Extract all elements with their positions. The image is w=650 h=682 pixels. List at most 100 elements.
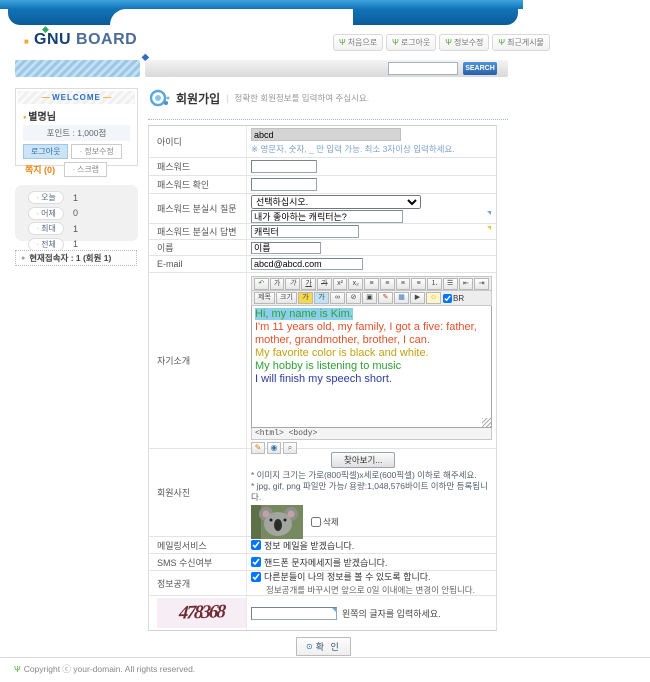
editor-line: Hi, my name is Kim. (255, 308, 488, 321)
pencil-icon[interactable]: ✎ (378, 292, 393, 304)
row-member-id: 아이디 ※ 영문자, 숫자, _ 만 입력 가능. 최소 3자이상 입력하세요. (149, 126, 496, 158)
indent-icon[interactable]: ⇥ (474, 278, 489, 290)
superscript-icon[interactable]: x² (333, 278, 348, 290)
table-icon[interactable]: ▦ (394, 292, 409, 304)
search-input[interactable] (388, 62, 458, 75)
bold-icon[interactable]: 가 (270, 278, 285, 290)
sprout-icon: Ψ (14, 665, 21, 674)
br-toggle: BR (443, 294, 464, 303)
password-field[interactable] (251, 160, 317, 173)
photo-note-2: * jpg, gif, png 파일만 가능/ 용량:1,048,576바이트 … (251, 481, 489, 503)
lost-question-select[interactable]: 선택하십시오. (251, 195, 421, 209)
lost-answer-label: 패스워드 분실시 답변 (149, 224, 247, 239)
open-info-note: 정보공개를 바꾸시면 앞으로 0일 이내에는 변경이 안됩니다. (266, 584, 492, 596)
password-confirm-field[interactable] (251, 178, 317, 191)
align-center-icon[interactable]: ≡ (380, 278, 395, 290)
browse-button[interactable]: 찾아보기... (331, 452, 395, 468)
editor-content[interactable]: Hi, my name is Kim.I'm 11 years old, my … (251, 306, 492, 428)
sprout-icon: Ψ (445, 39, 452, 47)
self-introduction-label: 자기소개 (149, 273, 247, 448)
password-confirm-label: 패스워드 확인 (149, 176, 247, 193)
font-color-icon[interactable]: 가 (298, 292, 313, 304)
member-id-label: 아이디 (149, 126, 247, 157)
mailing-checkbox[interactable] (251, 540, 261, 550)
italic-icon[interactable]: 가 (285, 278, 300, 290)
subscript-icon[interactable]: x₂ (348, 278, 363, 290)
photo-delete-checkbox[interactable] (311, 517, 321, 527)
copyright-text: Copyright ⓒ your-domain. All rights rese… (24, 663, 196, 675)
captcha-hint: 왼쪽의 글자를 입력하세요. (342, 607, 441, 620)
open-info-checkbox[interactable] (251, 572, 261, 582)
stat-value: 1 (73, 224, 78, 234)
captcha-code: 478368 (178, 601, 225, 625)
lost-question-custom-field[interactable] (251, 210, 403, 223)
mailing-option-label: 정보 메일을 받겠습니다. (264, 539, 354, 552)
gnuboard-logo[interactable]: ◆ ■ GNU BOARD ◆ (34, 31, 137, 55)
logo-diamond-green-icon: ◆ (42, 24, 49, 35)
corner-marker-icon (487, 211, 491, 215)
stat-row-max: 최대 1 (15, 221, 138, 237)
header-notch (110, 9, 353, 25)
sprout-icon: Ψ (498, 39, 505, 47)
emoticon-icon[interactable]: ☺ (426, 292, 441, 304)
undo-icon[interactable]: ↶ (254, 278, 269, 290)
image-icon[interactable]: ▣ (362, 292, 377, 304)
sprout-icon: Ψ (392, 39, 399, 47)
name-field[interactable] (251, 242, 321, 254)
br-label: BR (453, 294, 464, 303)
highlight-color-icon[interactable]: 가 (314, 292, 329, 304)
align-right-icon[interactable]: ≡ (396, 278, 411, 290)
menu-edit-info-label: 정보수정 (454, 37, 483, 48)
media-icon[interactable]: ▶ (410, 292, 425, 304)
link-icon[interactable]: ∞ (330, 292, 345, 304)
scrap-button[interactable]: 스크랩 (64, 162, 107, 177)
lost-answer-field[interactable] (251, 225, 359, 238)
current-visitors[interactable]: ● 현재접속자 : 1 (회원 1) (15, 250, 137, 266)
email-label: E-mail (149, 256, 247, 272)
sms-option-label: 핸드폰 문자메세지를 받겠습니다. (264, 556, 387, 569)
member-id-field[interactable] (251, 128, 401, 141)
underline-icon[interactable]: 가 (301, 278, 316, 290)
menu-home-button[interactable]: Ψ 처음으로 (333, 34, 383, 51)
stat-label: 어제 (28, 207, 64, 220)
sms-checkbox[interactable] (251, 557, 261, 567)
row-lost-password-question: 패스워드 분실시 질문 선택하십시오. (149, 194, 496, 224)
outdent-icon[interactable]: ⇤ (459, 278, 474, 290)
menu-recent-posts-button[interactable]: Ψ 최근게시물 (492, 34, 550, 51)
submit-button[interactable]: ⊙ 확 인 (296, 637, 351, 656)
heading-button[interactable]: 제목 (254, 292, 275, 304)
editor-resize-handle[interactable] (482, 418, 491, 427)
stat-label: 전체 (28, 238, 64, 251)
menu-logout-button[interactable]: Ψ 로그아웃 (386, 34, 436, 51)
font-size-button[interactable]: 크기 (276, 292, 297, 304)
welcome-box: WELCOME 별명님 포인트 : 1,000점 로그아웃 정보수정 쪽지 (0… (15, 88, 138, 166)
photo-delete-label: 삭제 (323, 516, 339, 528)
password-label: 패스워드 (149, 158, 247, 175)
stat-label: 오늘 (28, 191, 64, 204)
align-left-icon[interactable]: ≡ (364, 278, 379, 290)
editor-line: My favorite color is black and white. (255, 347, 488, 360)
sidebar-logout-button[interactable]: 로그아웃 (23, 144, 68, 159)
menu-edit-info-button[interactable]: Ψ 정보수정 (439, 34, 489, 51)
captcha-input[interactable] (251, 607, 337, 620)
unlink-icon[interactable]: ⊘ (346, 292, 361, 304)
stat-value: 1 (73, 239, 78, 249)
search-button[interactable]: SEARCH (463, 62, 497, 75)
strike-icon[interactable]: 가 (317, 278, 332, 290)
header-top-strip (0, 0, 523, 9)
member-join-icon (150, 89, 170, 107)
nickname: 별명님 (16, 107, 137, 125)
br-checkbox[interactable] (443, 294, 452, 303)
unordered-list-icon[interactable]: ☰ (443, 278, 458, 290)
memo-link[interactable]: 쪽지 (0) (23, 162, 61, 177)
logo-square-orange-icon: ■ (24, 37, 29, 46)
editor-line: My hobby is listening to music (255, 360, 488, 373)
welcome-strip: WELCOME (18, 91, 135, 104)
align-justify-icon[interactable]: ≡ (411, 278, 426, 290)
title-divider (148, 119, 508, 120)
sidebar-edit-info-button[interactable]: 정보수정 (71, 144, 121, 159)
row-captcha: 478368 왼쪽의 글자를 입력하세요. (149, 596, 496, 630)
email-field[interactable] (251, 258, 363, 270)
ordered-list-icon[interactable]: ⒈ (427, 278, 442, 290)
menu-recent-posts-label: 최근게시물 (507, 37, 544, 48)
